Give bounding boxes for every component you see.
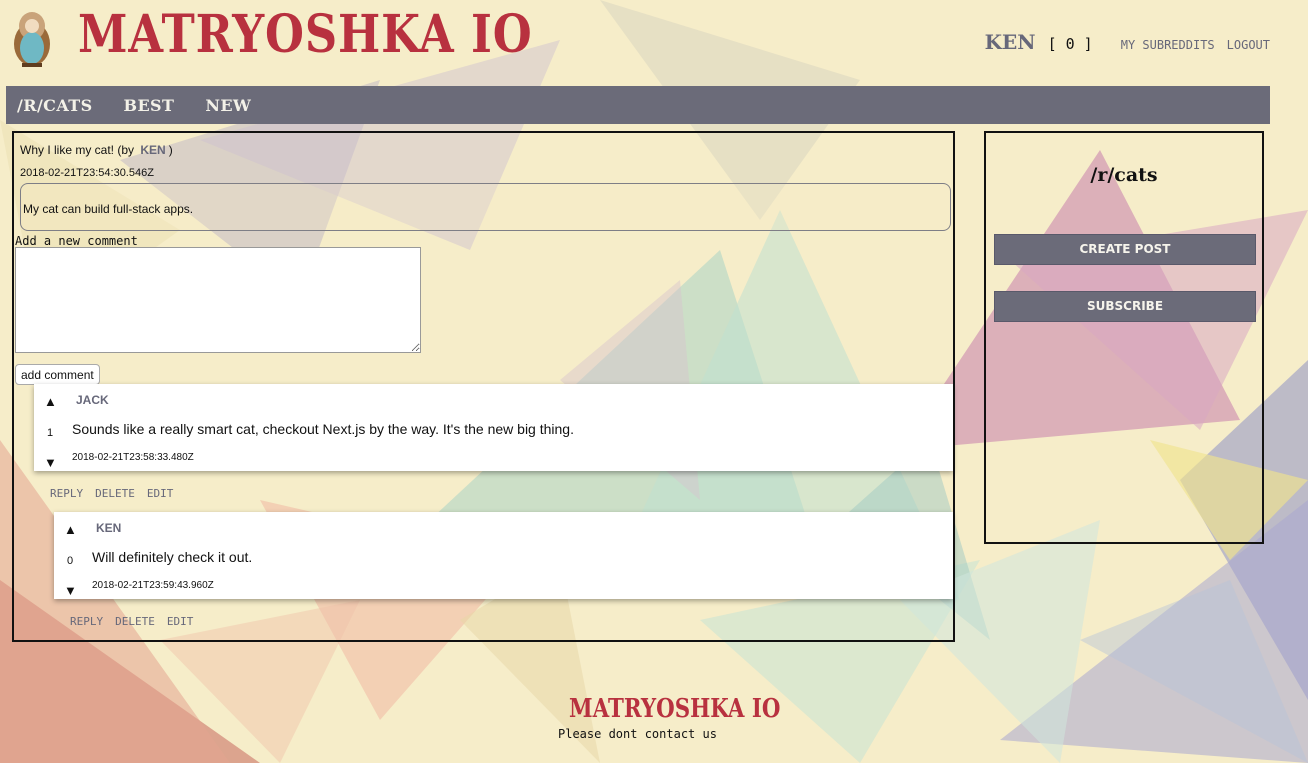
subreddit-nav: /R/CATS BEST NEW: [6, 86, 1270, 124]
logout-link[interactable]: LOGOUT: [1227, 38, 1270, 52]
footer-contact-text: Please dont contact us: [558, 727, 717, 741]
nav-item-subreddit[interactable]: /R/CATS: [17, 96, 93, 115]
edit-button[interactable]: EDIT: [147, 487, 174, 500]
subreddit-sidebar: /r/cats CREATE POST SUBSCRIBE: [984, 131, 1264, 544]
delete-button[interactable]: DELETE: [115, 615, 155, 628]
comment-score: 1: [47, 427, 54, 439]
post-body-text: My cat can build full-stack apps.: [23, 202, 194, 216]
site-logo[interactable]: MATRYOSHKA IO: [78, 4, 533, 66]
username[interactable]: KEN: [985, 30, 1036, 54]
comment-text: Sounds like a really smart cat, checkout…: [72, 421, 574, 437]
comment-timestamp: 2018-02-21T23:59:43.960Z: [92, 580, 214, 591]
create-post-button[interactable]: CREATE POST: [994, 234, 1256, 265]
comment-card: ▲ 1 ▼ JACK Sounds like a really smart ca…: [34, 384, 953, 471]
comment-text: Will definitely check it out.: [92, 549, 253, 565]
post-author[interactable]: KEN: [140, 143, 165, 157]
footer-logo[interactable]: MATRYOSHKA IO: [569, 694, 780, 724]
post-container: Why I like my cat! (by KEN) 2018-02-21T2…: [12, 131, 955, 642]
up-arrow-icon[interactable]: ▲: [64, 522, 77, 537]
post-title: Why I like my cat!: [20, 143, 115, 157]
down-arrow-icon[interactable]: ▼: [44, 455, 57, 470]
add-comment-label: Add a new comment: [15, 234, 138, 248]
post-by-suffix: ): [168, 143, 173, 157]
comment-timestamp: 2018-02-21T23:58:33.480Z: [72, 452, 194, 463]
comment-author[interactable]: KEN: [96, 521, 121, 535]
comment-actions: REPLY DELETE EDIT: [50, 487, 173, 500]
matryoshka-doll-icon[interactable]: [12, 8, 52, 68]
comment-card: ▲ 0 ▼ KEN Will definitely check it out. …: [54, 512, 953, 599]
up-arrow-icon[interactable]: ▲: [44, 394, 57, 409]
nav-item-best[interactable]: BEST: [124, 96, 175, 115]
user-menu: KEN [ 0 ] MY SUBREDDITS LOGOUT: [985, 30, 1270, 54]
edit-button[interactable]: EDIT: [167, 615, 194, 628]
nav-item-new[interactable]: NEW: [205, 96, 251, 115]
comment-score: 0: [67, 555, 74, 567]
sidebar-title: /r/cats: [1090, 164, 1158, 186]
subscribe-button[interactable]: SUBSCRIBE: [994, 291, 1256, 322]
comment-author[interactable]: JACK: [76, 393, 109, 407]
comment-textarea[interactable]: [15, 247, 421, 353]
post-header: Why I like my cat! (by KEN): [20, 143, 173, 157]
delete-button[interactable]: DELETE: [95, 487, 135, 500]
post-by-prefix: (by: [117, 143, 135, 157]
reply-button[interactable]: REPLY: [50, 487, 83, 500]
reply-button[interactable]: REPLY: [70, 615, 103, 628]
comment-actions: REPLY DELETE EDIT: [70, 615, 193, 628]
karma-count: [ 0 ]: [1047, 35, 1093, 53]
post-body: My cat can build full-stack apps.: [20, 183, 951, 231]
add-comment-button[interactable]: add comment: [15, 364, 100, 385]
down-arrow-icon[interactable]: ▼: [64, 583, 77, 598]
post-timestamp: 2018-02-21T23:54:30.546Z: [20, 167, 154, 179]
my-subreddits-link[interactable]: MY SUBREDDITS: [1121, 38, 1215, 52]
